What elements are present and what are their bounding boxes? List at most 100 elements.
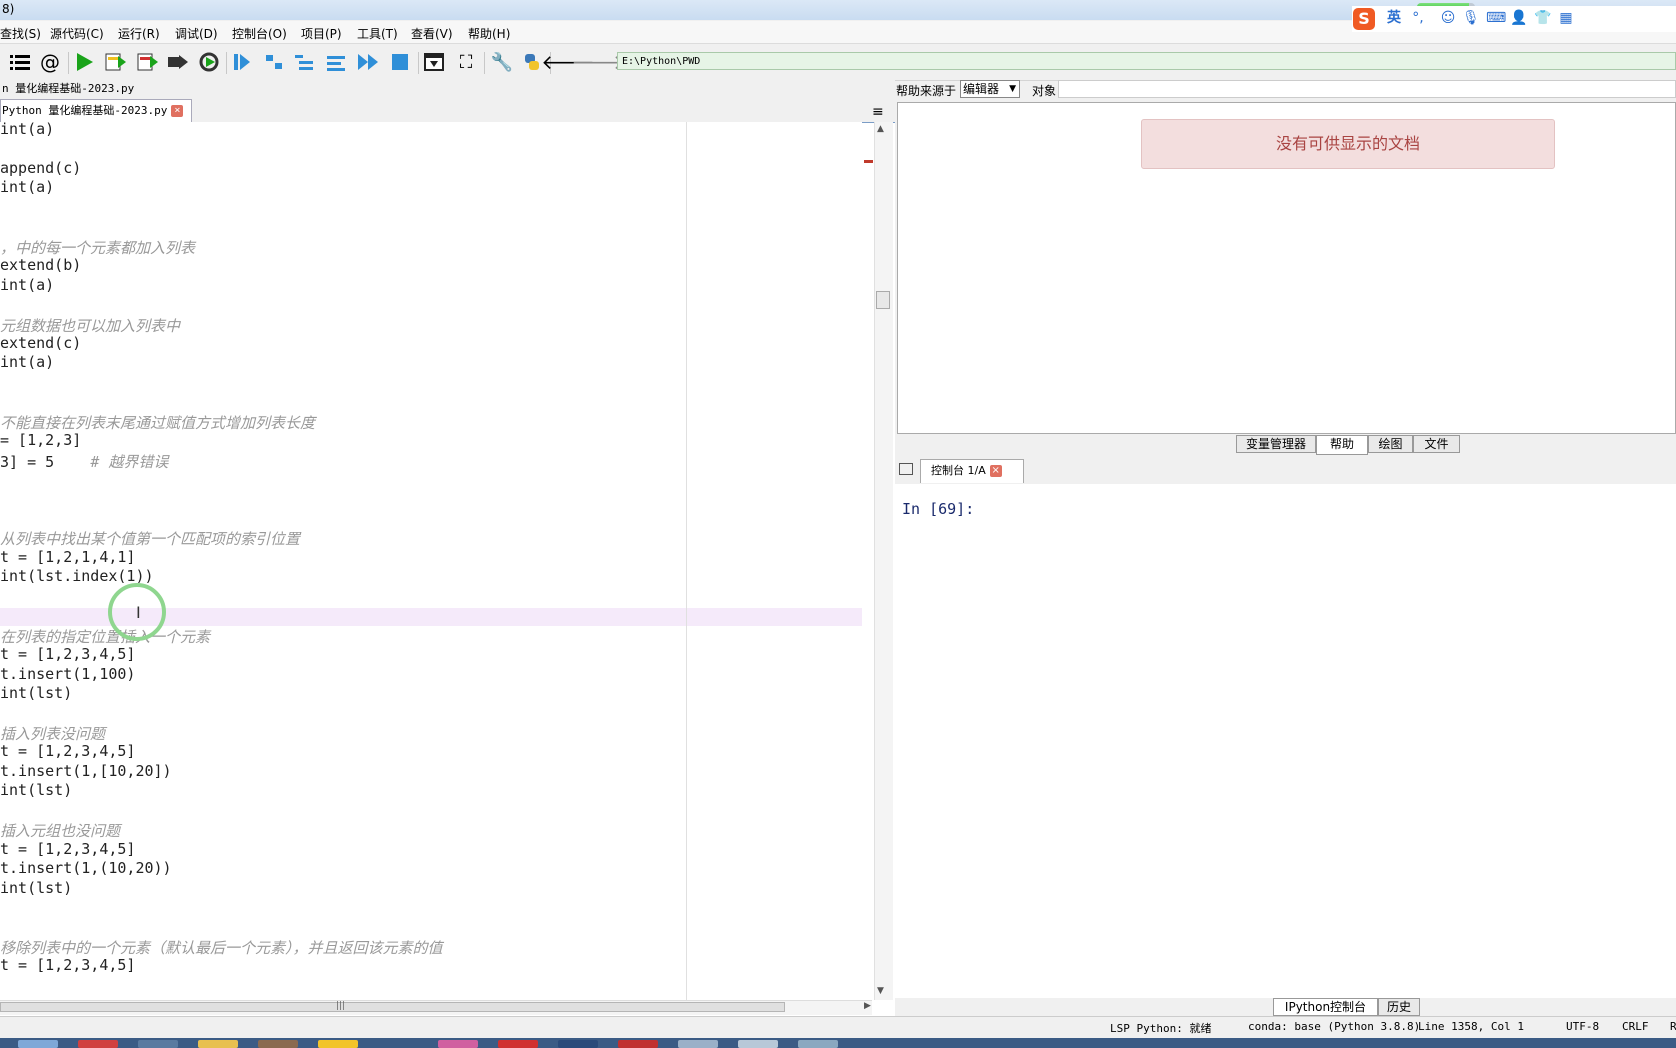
ime-logo[interactable]: S: [1353, 8, 1375, 30]
object-input[interactable]: [1058, 80, 1676, 98]
code-comment: # 越界错误: [90, 453, 169, 471]
menu-source[interactable]: 源代码(C): [50, 25, 104, 42]
run-icon[interactable]: [72, 50, 96, 74]
code-line: t = [1,2,3,4,5]: [0, 956, 135, 974]
taskbar: [0, 1038, 1676, 1048]
taskbar-item[interactable]: [18, 1040, 58, 1048]
step-into-icon[interactable]: [292, 50, 316, 74]
menu-console[interactable]: 控制台(O): [232, 25, 287, 42]
fullscreen-icon[interactable]: ⛶: [454, 50, 478, 74]
run-selection-icon[interactable]: [166, 50, 190, 74]
menu-project[interactable]: 项目(P): [301, 25, 342, 42]
taskbar-item[interactable]: [498, 1040, 538, 1048]
lsp-status[interactable]: LSP Python: 就绪: [1110, 1020, 1211, 1036]
taskbar-item[interactable]: [198, 1040, 238, 1048]
conda-status[interactable]: conda: base (Python 3.8.8): [1248, 1020, 1420, 1033]
tab-help[interactable]: 帮助: [1316, 435, 1368, 455]
rerun-icon[interactable]: [197, 50, 221, 74]
code-line: int(a): [0, 276, 54, 294]
at-icon[interactable]: @: [38, 50, 62, 74]
maximize-pane-icon[interactable]: [422, 50, 446, 74]
taskbar-item[interactable]: [678, 1040, 718, 1048]
taskbar-item[interactable]: [258, 1040, 298, 1048]
keyboard-icon[interactable]: ⌨: [1486, 10, 1506, 26]
help-source-value: 编辑器: [963, 82, 1000, 96]
taskbar-item[interactable]: [78, 1040, 118, 1048]
ime-language-toggle[interactable]: 英: [1386, 10, 1402, 26]
forward-icon[interactable]: 🡒: [571, 50, 625, 74]
tab-history[interactable]: 历史: [1378, 998, 1420, 1016]
editor-vertical-scrollbar[interactable]: [874, 122, 893, 1000]
menu-help[interactable]: 帮助(H): [468, 25, 510, 42]
code-line: t = [1,2,3,4,5]: [0, 742, 135, 760]
console-tab-label: 控制台 1/A: [931, 464, 986, 477]
menu-debug[interactable]: 调试(D): [175, 25, 218, 42]
run-cell-icon[interactable]: [104, 50, 128, 74]
close-icon[interactable]: ×: [989, 465, 1002, 477]
preferences-icon[interactable]: 🔧: [490, 50, 514, 74]
code-line: 不能直接在列表末尾通过赋值方式增加列表长度: [0, 412, 315, 433]
tab-files[interactable]: 文件: [1413, 435, 1460, 453]
taskbar-item[interactable]: [618, 1040, 658, 1048]
user-icon[interactable]: 👤: [1510, 10, 1527, 26]
tab-ipython-console[interactable]: IPython控制台: [1273, 998, 1378, 1016]
error-marker[interactable]: [864, 160, 873, 163]
taskbar-item[interactable]: [738, 1040, 778, 1048]
mic-icon[interactable]: 🎙: [1462, 10, 1480, 26]
editor-hscroll-thumb[interactable]: [0, 1002, 785, 1012]
stop-icon[interactable]: [388, 50, 412, 74]
code-text: int(lst.index(1)): [0, 567, 154, 585]
console-tab[interactable]: 控制台 1/A ×: [920, 459, 1024, 483]
taskbar-item[interactable]: [318, 1040, 358, 1048]
toolbar-separator: [226, 52, 227, 74]
toolbar-separator: [418, 52, 419, 74]
step-icon[interactable]: [262, 50, 286, 74]
code-line: t = [1,2,3,4,5]: [0, 840, 135, 858]
help-source-select[interactable]: 编辑器 ▼: [960, 80, 1020, 98]
scroll-right-icon[interactable]: ▶: [864, 1001, 871, 1011]
close-icon[interactable]: ×: [171, 105, 184, 117]
editor-scroll-thumb[interactable]: [876, 291, 890, 309]
debug-icon[interactable]: [230, 50, 254, 74]
taskbar-item[interactable]: [138, 1040, 178, 1048]
working-directory-field[interactable]: E:\Python\PWD: [617, 52, 1676, 70]
cursor-position: Line 1358, Col 1: [1418, 1020, 1524, 1033]
editor-tab[interactable]: Python 量化编程基础-2023.py ×: [0, 99, 192, 122]
code-line: int(a): [0, 178, 54, 196]
menu-run[interactable]: 运行(R): [118, 25, 160, 42]
tab-variable-explorer[interactable]: 变量管理器: [1236, 435, 1316, 453]
menu-view[interactable]: 查看(V): [411, 25, 453, 42]
code-text: int(a): [0, 276, 55, 294]
ipython-console[interactable]: [895, 484, 1676, 998]
code-comment: 元组数据也可以加入列表中: [0, 317, 181, 335]
run-cell-advance-icon[interactable]: [136, 50, 160, 74]
step-return-icon[interactable]: [324, 50, 348, 74]
code-line: t = [1,2,1,4,1]: [0, 548, 135, 566]
code-editor[interactable]: int(a) append(c) int(a) ，中的每一个元素都加入列表 extend…: [0, 122, 862, 1000]
skin-icon[interactable]: 👕: [1534, 10, 1551, 26]
code-line: int(a): [0, 122, 54, 138]
menu-search[interactable]: 查找(S): [0, 25, 41, 42]
scroll-up-icon[interactable]: ▲: [877, 124, 884, 134]
emoji-icon[interactable]: ☺: [1440, 10, 1456, 26]
code-line: 在列表的指定位置插入一个元素: [0, 626, 210, 647]
menu-tools[interactable]: 工具(T): [357, 25, 398, 42]
taskbar-item[interactable]: [558, 1040, 598, 1048]
grid-icon[interactable]: ▦: [1558, 10, 1574, 26]
taskbar-item[interactable]: [798, 1040, 838, 1048]
ime-punct-toggle[interactable]: °,: [1410, 10, 1426, 26]
code-text: int(a): [0, 178, 55, 196]
taskbar-item[interactable]: [438, 1040, 478, 1048]
list-icon[interactable]: [8, 50, 32, 74]
text-cursor-icon: I: [136, 603, 141, 622]
folder-icon[interactable]: [899, 463, 913, 475]
tab-plots[interactable]: 绘图: [1368, 435, 1413, 453]
code-comment: ，中的每一个元素都加入列表: [0, 239, 196, 257]
code-line: t = [1,2,3,4,5]: [0, 645, 135, 663]
editor-tab-label: Python 量化编程基础-2023.py: [2, 104, 168, 117]
code-line: int(a): [0, 353, 54, 371]
no-documentation-message: 没有可供显示的文档: [1141, 119, 1555, 169]
continue-icon[interactable]: [356, 50, 380, 74]
tab-menu-icon[interactable]: ≡: [872, 104, 884, 120]
scroll-down-icon[interactable]: ▼: [877, 986, 884, 996]
